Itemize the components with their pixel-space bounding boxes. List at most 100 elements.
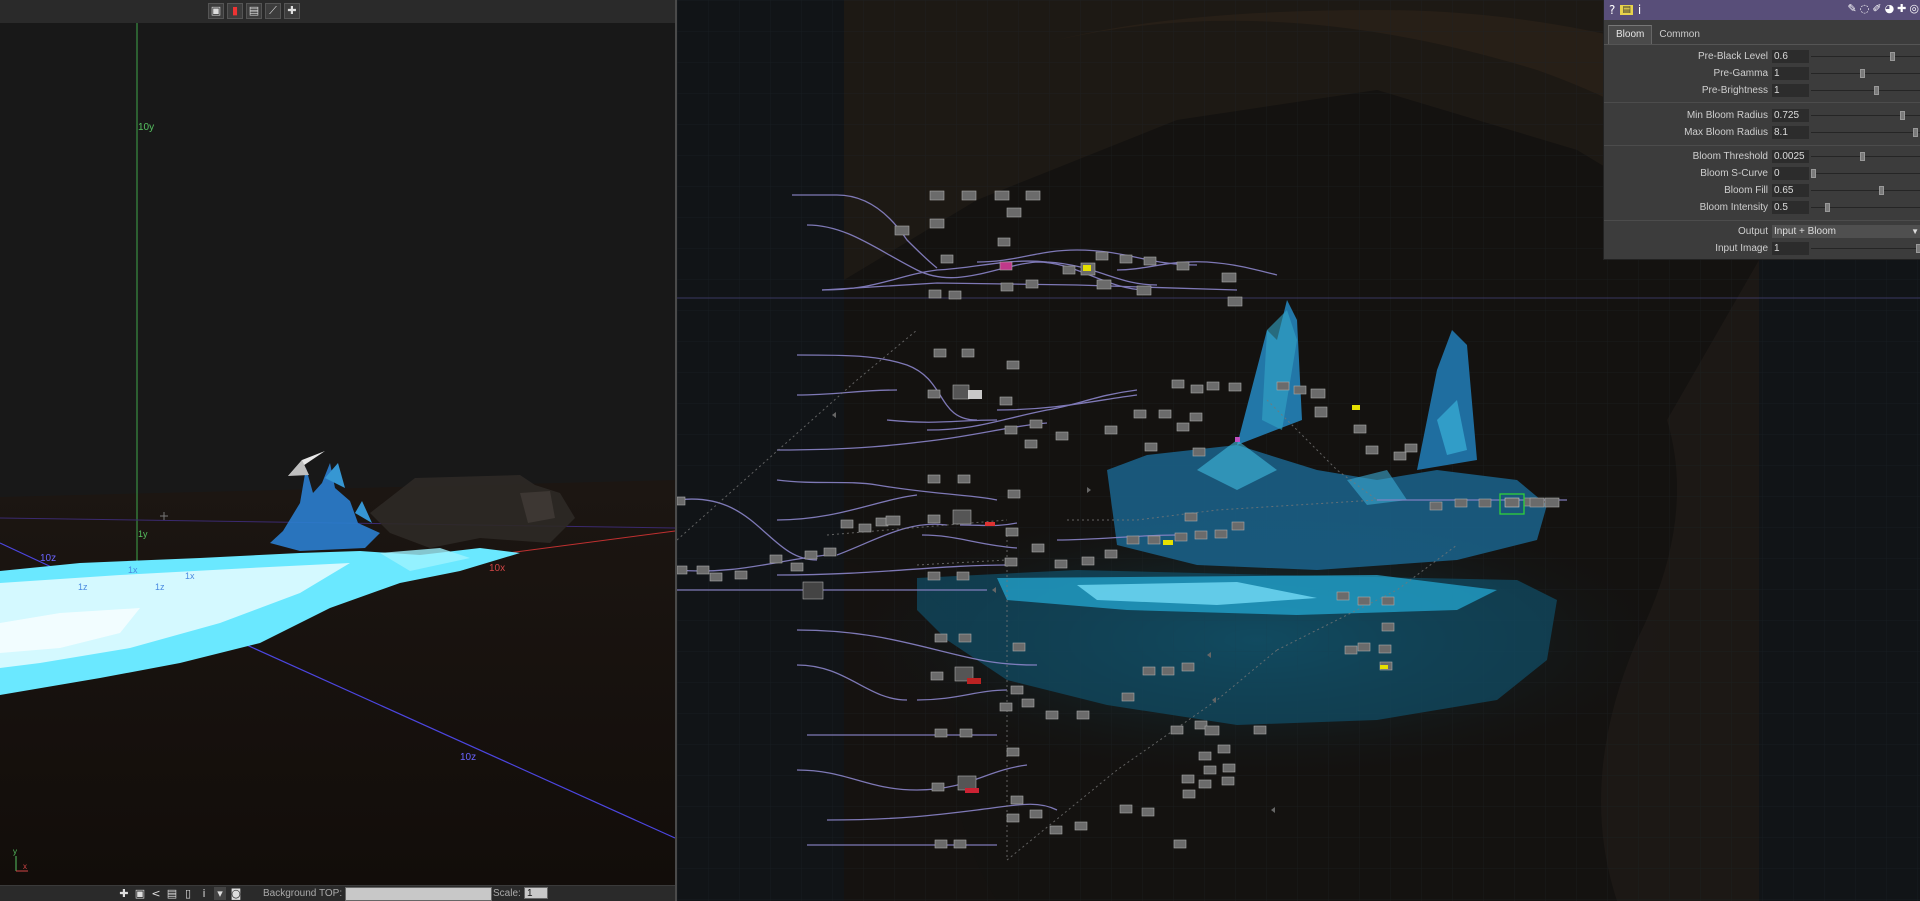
- background-top-field[interactable]: [345, 887, 492, 901]
- param-value-field[interactable]: 1: [1772, 84, 1809, 97]
- param-label: Bloom Intensity: [1699, 202, 1768, 213]
- param-slider[interactable]: [1811, 152, 1920, 161]
- info-icon[interactable]: i: [1638, 3, 1641, 17]
- add-icon[interactable]: ✚: [118, 887, 130, 900]
- param-slider[interactable]: [1811, 203, 1920, 212]
- param-label: Input Image: [1715, 243, 1768, 254]
- param-label: Pre-Brightness: [1701, 85, 1768, 96]
- param-value-field[interactable]: 0: [1772, 167, 1809, 180]
- param-row-bloom-fill: Bloom Fill 0.65: [1604, 183, 1920, 198]
- param-row-pre-black-level: Pre-Black Level 0.6: [1604, 49, 1920, 64]
- param-slider[interactable]: [1811, 111, 1920, 120]
- slider-handle[interactable]: [1860, 69, 1866, 78]
- slider-handle[interactable]: [1874, 86, 1879, 95]
- axis-label-1z: 1z: [155, 582, 165, 592]
- wand-icon[interactable]: ⟋: [265, 3, 281, 19]
- param-label: Pre-Black Level: [1697, 51, 1768, 62]
- python-icon[interactable]: ✐: [1872, 2, 1881, 15]
- parameter-panel: ? ▤ i ✎ ◌ ✐ ◕ ✚ ◎ Bloom Common Pre-Black…: [1603, 0, 1920, 260]
- geometry-viewport[interactable]: ▣ ▮ ▤ ⟋ ✚ 10y 10x 10z 10z 1y 1x 1z 1x 1z…: [0, 0, 675, 901]
- comment-icon[interactable]: ◌: [1860, 2, 1870, 15]
- viewport-toolbar: ▣ ▮ ▤ ⟋ ✚: [0, 0, 675, 24]
- param-row-max-bloom-radius: Max Bloom Radius 8.1: [1604, 125, 1920, 140]
- param-slider[interactable]: [1811, 244, 1920, 253]
- viewport-canvas: 10y 10x 10z 10z 1y 1x 1z 1x 1z y x: [0, 23, 675, 885]
- param-value-field[interactable]: 0.5: [1772, 201, 1809, 214]
- slider-handle[interactable]: [1916, 244, 1920, 253]
- param-row-pre-gamma: Pre-Gamma 1: [1604, 66, 1920, 81]
- param-label: Max Bloom Radius: [1684, 127, 1768, 138]
- bookmark-icon[interactable]: ▮: [227, 3, 243, 19]
- parameter-tabs: Bloom Common: [1604, 20, 1920, 45]
- output-menu[interactable]: Input + Bloom ▼: [1772, 225, 1920, 238]
- axis-label-10y: 10y: [138, 122, 154, 133]
- param-row-bloom-intensity: Bloom Intensity 0.5: [1604, 200, 1920, 215]
- param-slider[interactable]: [1811, 186, 1920, 195]
- param-value-field[interactable]: 0.0025: [1772, 150, 1809, 163]
- param-value-field[interactable]: 8.1: [1772, 126, 1809, 139]
- param-label: Bloom S-Curve: [1700, 168, 1768, 179]
- camera-icon[interactable]: ▣: [208, 3, 224, 19]
- axis-label-10z-bottom: 10z: [460, 752, 476, 763]
- lasso-icon[interactable]: <: [150, 887, 162, 900]
- help-icon[interactable]: ?: [1609, 3, 1615, 17]
- axis-label-1y: 1y: [138, 529, 148, 539]
- param-slider[interactable]: [1811, 86, 1920, 95]
- slider-handle[interactable]: [1811, 169, 1816, 178]
- axis-label-1z-b: 1z: [78, 582, 88, 592]
- param-slider[interactable]: [1811, 169, 1920, 178]
- delete-icon[interactable]: ▯: [182, 887, 194, 900]
- slider-handle[interactable]: [1824, 203, 1830, 212]
- param-row-pre-brightness: Pre-Brightness 1: [1604, 83, 1920, 98]
- param-row-output: Output Input + Bloom ▼: [1604, 224, 1920, 239]
- viewport-scene[interactable]: 10y 10x 10z 10z 1y 1x 1z 1x 1z y x: [0, 23, 675, 885]
- param-label: Bloom Threshold: [1692, 151, 1768, 162]
- param-label: Bloom Fill: [1724, 185, 1768, 196]
- slider-handle[interactable]: [1889, 52, 1895, 61]
- axis-label-10z-left: 10z: [40, 553, 56, 564]
- param-value-field[interactable]: 1: [1772, 242, 1809, 255]
- tab-common[interactable]: Common: [1652, 26, 1707, 44]
- edit-icon[interactable]: ✎: [1848, 2, 1857, 15]
- slider-handle[interactable]: [1900, 111, 1906, 120]
- operator-icon[interactable]: ▤: [1620, 5, 1633, 15]
- slider-handle[interactable]: [1879, 186, 1885, 195]
- add-icon[interactable]: ✚: [284, 3, 300, 19]
- info-icon[interactable]: i: [198, 887, 210, 900]
- view-icon[interactable]: ▤: [166, 887, 178, 900]
- svg-text:x: x: [23, 862, 27, 871]
- param-row-bloom-threshold: Bloom Threshold 0.0025: [1604, 149, 1920, 164]
- param-value-field[interactable]: 0.65: [1772, 184, 1809, 197]
- axis-label-10x: 10x: [489, 563, 505, 574]
- param-row-bloom-s-curve: Bloom S-Curve 0: [1604, 166, 1920, 181]
- param-label: Pre-Gamma: [1713, 68, 1768, 79]
- param-value-field[interactable]: 0.725: [1772, 109, 1809, 122]
- scale-field[interactable]: 1: [524, 887, 548, 899]
- dropdown-icon[interactable]: ▾: [214, 887, 226, 900]
- slider-handle[interactable]: [1860, 152, 1866, 161]
- param-value-field[interactable]: 0.6: [1772, 50, 1809, 63]
- slider-handle[interactable]: [1912, 128, 1918, 137]
- param-slider[interactable]: [1811, 69, 1920, 78]
- axis-label-1x: 1x: [185, 571, 195, 581]
- chevron-down-icon: ▼: [1911, 227, 1919, 236]
- add-icon[interactable]: ✚: [1897, 2, 1906, 15]
- svg-text:y: y: [13, 847, 17, 856]
- tab-bloom[interactable]: Bloom: [1608, 25, 1653, 44]
- view-icon[interactable]: ▤: [246, 3, 262, 19]
- param-row-input-image: Input Image 1: [1604, 241, 1920, 256]
- color-icon[interactable]: ◕: [1885, 2, 1895, 15]
- axis-label-1x-b: 1x: [128, 565, 138, 575]
- output-menu-value: Input + Bloom: [1774, 226, 1836, 237]
- camera-icon[interactable]: ▣: [134, 887, 146, 900]
- param-slider[interactable]: [1811, 52, 1920, 61]
- param-value-field[interactable]: 1: [1772, 67, 1809, 80]
- scale-label: Scale:: [493, 888, 521, 899]
- param-slider[interactable]: [1811, 128, 1920, 137]
- background-top-label: Background TOP:: [263, 888, 343, 899]
- camera-snapshot-icon[interactable]: ◙: [230, 887, 242, 900]
- touchdesigner-window: ▣ ▮ ▤ ⟋ ✚ 10y 10x 10z 10z 1y 1x 1z 1x 1z…: [0, 0, 1920, 901]
- param-row-min-bloom-radius: Min Bloom Radius 0.725: [1604, 108, 1920, 123]
- param-label: Min Bloom Radius: [1686, 110, 1768, 121]
- target-icon[interactable]: ◎: [1909, 2, 1919, 15]
